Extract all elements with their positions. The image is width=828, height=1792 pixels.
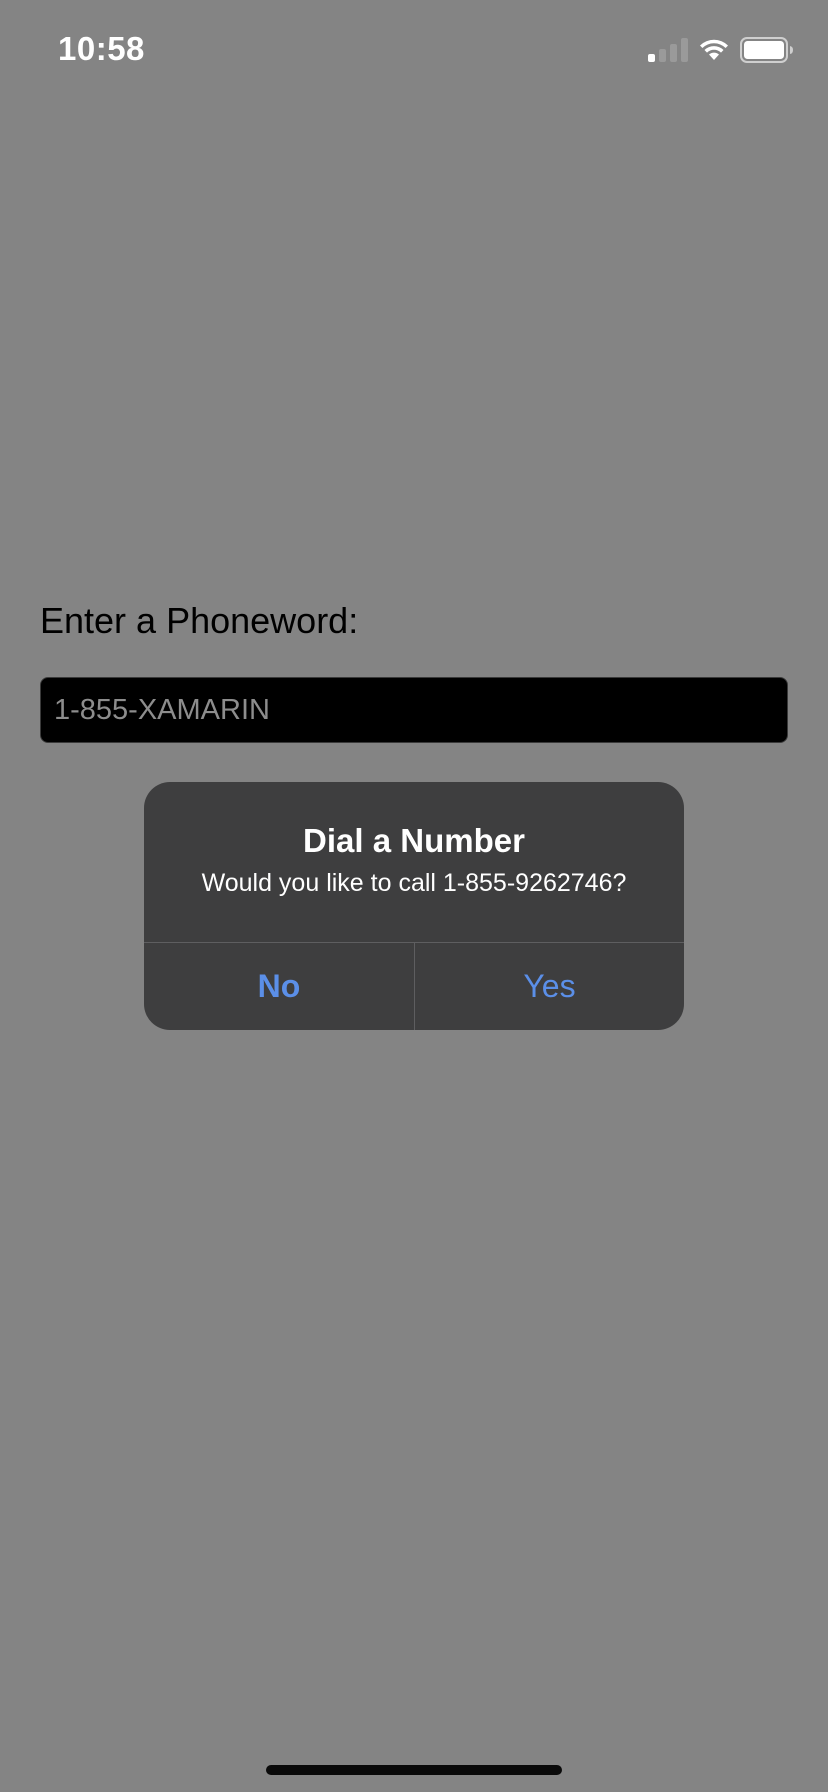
alert-message: Would you like to call 1-855-9262746? <box>201 869 627 897</box>
signal-bar <box>670 44 677 62</box>
alert-title: Dial a Number <box>303 822 525 859</box>
phoneword-label: Enter a Phoneword: <box>40 600 359 641</box>
app-screen: 10:58 Enter a Phoneword: 1-855-XAMARIN D… <box>0 0 828 1792</box>
status-icons <box>648 36 794 64</box>
status-time: 10:58 <box>58 30 145 67</box>
no-button[interactable]: No <box>144 943 414 1030</box>
status-bar: 10:58 <box>0 0 828 100</box>
home-indicator[interactable] <box>266 1765 562 1775</box>
signal-bar <box>659 49 666 62</box>
signal-bar <box>648 54 655 62</box>
signal-bar <box>681 38 688 62</box>
yes-button[interactable]: Yes <box>415 943 684 1030</box>
dial-number-alert: Dial a Number Would you like to call 1-8… <box>144 782 684 1030</box>
battery-icon <box>740 37 794 63</box>
cellular-signal-icon <box>648 38 688 62</box>
wifi-icon <box>698 38 730 62</box>
phoneword-input[interactable] <box>40 677 788 743</box>
